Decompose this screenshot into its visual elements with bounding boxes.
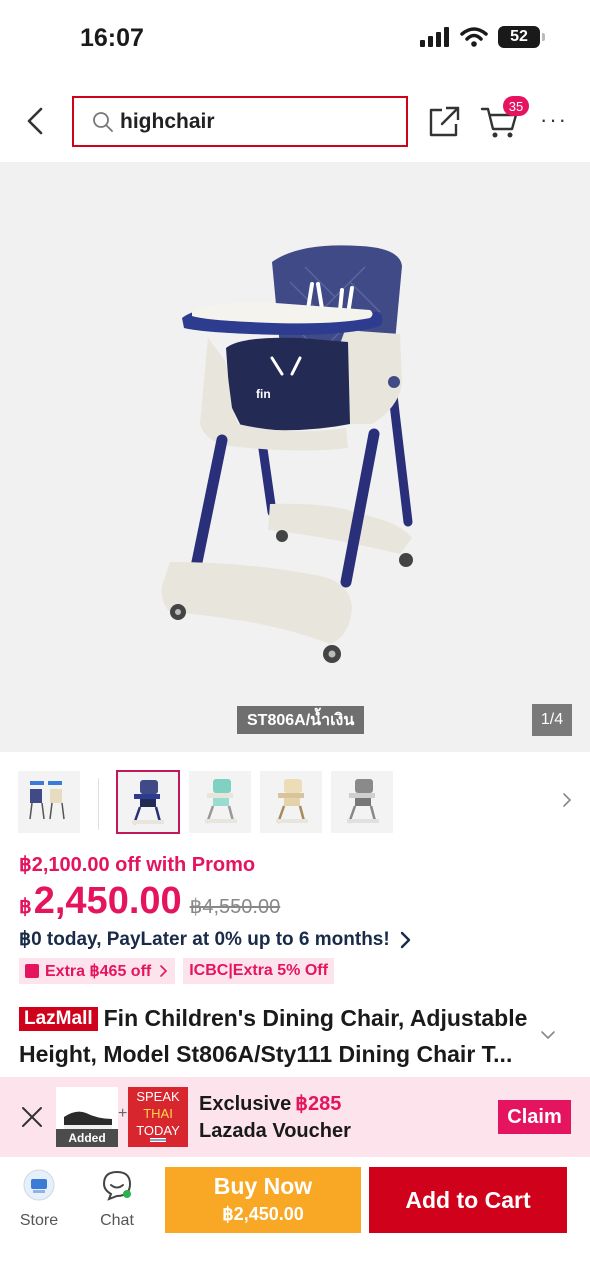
search-icon [93,111,113,132]
chat-button[interactable]: Chat [87,1169,147,1230]
speak-line1: SPEAK [136,1089,180,1104]
claim-button[interactable]: Claim [498,1100,571,1134]
chevron-right-icon [400,931,410,948]
share-button[interactable] [426,104,462,140]
chevron-left-icon [27,107,43,135]
status-time: 16:07 [80,24,144,52]
chevron-right-icon [160,965,168,977]
paylater-text: ฿0 today, PayLater at 0% up to 6 months! [19,929,390,950]
paylater-link[interactable]: ฿0 today, PayLater at 0% up to 6 months! [19,928,412,951]
buy-now-label: Buy Now [213,1173,313,1199]
thumbnail-grey[interactable] [331,771,393,833]
store-label: Store [19,1212,59,1229]
voucher-product-image: Added [56,1087,118,1147]
bank-promo-text: ICBC|Extra 5% Off [189,962,328,979]
speak-line2: THAI [143,1106,173,1121]
thumbnail-image [132,780,164,825]
status-icons: 52 [420,26,545,48]
voucher-ticket-icon [25,964,39,978]
battery-indicator: 52 [498,26,545,48]
product-image-gallery[interactable]: fin ST806A/น้ำเงิน 1/4 [0,162,590,752]
product-title: LazMall Fin Children's Dining Chair, Adju… [19,1000,539,1072]
image-counter: 1/4 [532,704,572,736]
price-line: ฿ 2,450.00 ฿4,550.00 [19,880,280,923]
title-expand-button[interactable] [540,1024,556,1045]
extra-off-badge[interactable]: Extra ฿465 off [19,958,176,984]
header: highchair 35 ··· [0,84,590,160]
current-price: 2,450.00 [33,880,182,922]
voucher-banner: Added + SPEAK THAI TODAY Exclusive ฿285 L… [0,1077,590,1157]
thai-flag-icon [150,1137,166,1143]
speak-thai-image: SPEAK THAI TODAY [128,1087,188,1147]
cart-count-badge: 35 [503,96,529,116]
search-input[interactable]: highchair [72,96,408,147]
currency-symbol: ฿ [19,896,32,918]
share-icon [429,106,460,137]
voucher-amount: ฿285 [295,1093,342,1115]
voucher-close-button[interactable] [20,1105,44,1129]
highchair-illustration: fin [161,245,413,663]
added-label: Added [56,1129,118,1147]
bottom-action-bar: Store Chat Buy Now ฿2,450.00 Add to Cart [0,1157,590,1280]
wifi-icon [460,27,488,47]
thumbnail-strip [0,770,590,836]
thumbnail-image [29,781,65,820]
add-to-cart-button[interactable]: Add to Cart [369,1167,567,1233]
variant-label: ST806A/น้ำเงิน [237,706,365,734]
store-button[interactable]: Store [9,1169,69,1230]
bank-promo-badge[interactable]: ICBC|Extra 5% Off [183,958,334,984]
thumbnail-beige[interactable] [260,771,322,833]
voucher-title: Exclusive ฿285 [199,1091,341,1116]
promo-text: ฿2,100.00 off with Promo [19,854,256,876]
voucher-exclusive-label: Exclusive [199,1093,292,1115]
more-options-button[interactable]: ··· [538,107,570,132]
thumbnail-variant-pair[interactable] [18,771,80,833]
promo-badges: Extra ฿465 off ICBC|Extra 5% Off [19,958,334,984]
store-icon [23,1169,55,1201]
back-button[interactable] [20,106,50,136]
chat-label: Chat [100,1212,134,1229]
search-query: highchair [120,109,215,133]
lazmall-badge: LazMall [19,1007,98,1031]
extra-off-text: Extra ฿465 off [45,963,152,980]
signal-icon [420,27,449,47]
chevron-down-icon [541,1031,555,1040]
svg-text:fin: fin [256,387,271,401]
buy-now-button[interactable]: Buy Now ฿2,450.00 [165,1167,361,1233]
thumbnail-image [276,779,308,824]
chevron-right-icon [563,793,572,807]
thumbnail-image [347,779,379,824]
plus-sign: + [118,1105,128,1122]
thumbnail-image [205,779,237,824]
chat-icon [102,1170,132,1201]
close-icon [22,1107,42,1127]
thumbnail-mint[interactable] [189,771,251,833]
buy-now-price: ฿2,450.00 [222,1204,304,1224]
thumbnails-next-button[interactable] [562,792,572,813]
thumbnail-navy[interactable] [116,770,180,834]
thumbnail-divider [98,778,99,830]
voucher-subtitle: Lazada Voucher [199,1120,351,1142]
original-price: ฿4,550.00 [189,896,281,918]
status-bar: 16:07 52 [0,0,590,80]
